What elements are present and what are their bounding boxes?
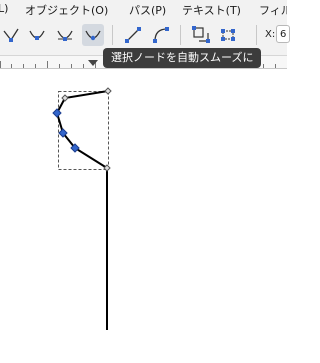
toolbar-separator	[112, 25, 113, 45]
menu-item-fill[interactable]: フィル	[259, 2, 287, 18]
stroke-to-path-button[interactable]	[218, 24, 240, 46]
x-coordinate-label: X:	[265, 29, 276, 40]
segment-curve-icon	[153, 27, 169, 43]
stroke-to-path-icon	[221, 29, 235, 41]
node-auto-smooth-button[interactable]	[82, 24, 104, 46]
node-symmetric-icon	[57, 30, 73, 41]
drawing-canvas[interactable]	[0, 69, 287, 363]
object-to-path-icon	[192, 26, 210, 43]
node-smooth-icon	[29, 30, 45, 40]
path-node	[52, 108, 62, 118]
menu-bar: L) オブジェクト(O) パス(P) テキスト(T) フィル	[0, 0, 287, 18]
node-symmetric-button[interactable]	[54, 24, 76, 46]
selected-path	[55, 90, 109, 169]
node-cusp-icon	[3, 28, 19, 42]
tooltip: 選択ノードを自動スムーズに	[103, 48, 262, 68]
path-node	[104, 87, 112, 95]
path-drawing	[52, 87, 112, 330]
toolbar-separator	[180, 25, 181, 45]
node-cusp-button[interactable]	[0, 24, 22, 46]
segment-line-button[interactable]	[122, 24, 144, 46]
menu-item-layer[interactable]: L)	[0, 2, 8, 15]
segment-curve-button[interactable]	[150, 24, 172, 46]
object-to-path-button[interactable]	[190, 24, 212, 46]
menu-item-path[interactable]: パス(P)	[129, 2, 166, 18]
selection-bbox	[58, 91, 109, 170]
node-auto-smooth-icon	[85, 30, 101, 41]
menu-item-text[interactable]: テキスト(T)	[182, 2, 241, 18]
x-coordinate-input[interactable]: 6	[276, 25, 290, 43]
toolbar-separator	[256, 25, 257, 45]
menu-item-object[interactable]: オブジェクト(O)	[25, 2, 108, 18]
node-smooth-button[interactable]	[26, 24, 48, 46]
segment-line-icon	[125, 27, 141, 43]
